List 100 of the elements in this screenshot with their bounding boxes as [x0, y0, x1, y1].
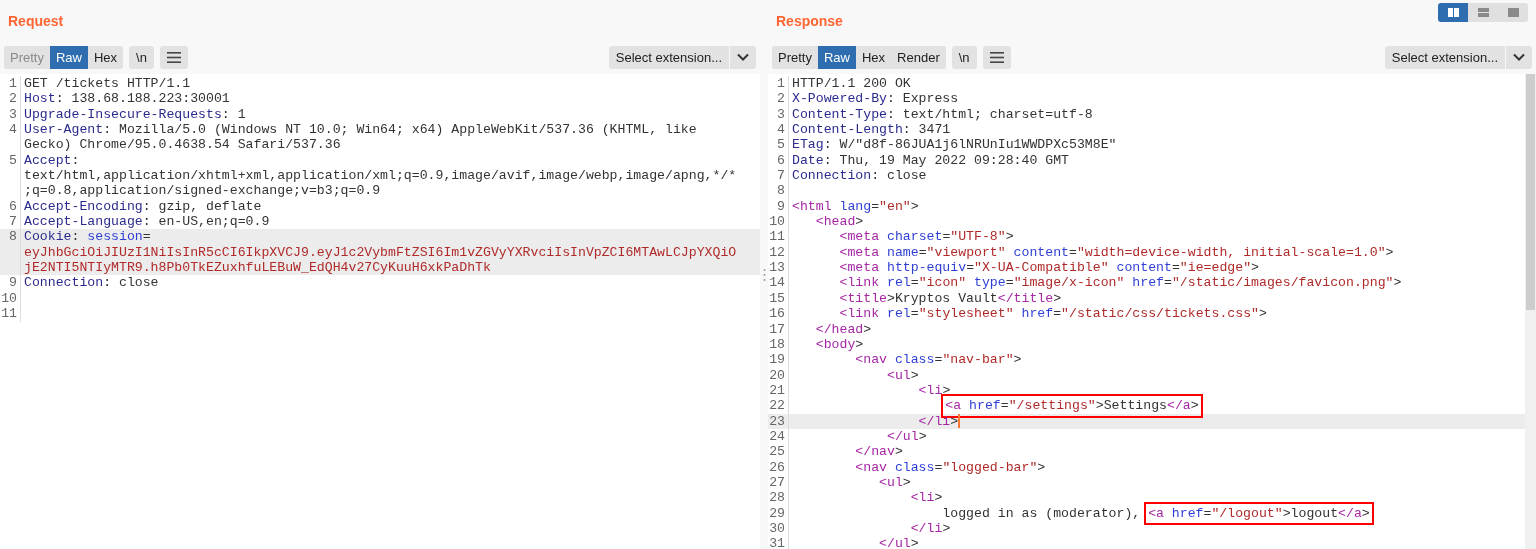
- line-number: 3: [768, 106, 789, 123]
- line-number: 30: [768, 520, 789, 537]
- code-text: jE2NTI5NTIyMTR9.h8Pb0TkEZuxhfuLEBuW_EdQH4v27CyKuuH6xkPaDhTk: [23, 260, 491, 276]
- code-text: <li>: [917, 382, 951, 399]
- view-tab[interactable]: Raw: [49, 45, 88, 69]
- code-text: <title>Kryptos Vault</title>: [838, 290, 1062, 307]
- menu-button[interactable]: [159, 45, 188, 69]
- pane-title: Response: [776, 13, 843, 29]
- line-number: 2: [768, 91, 789, 107]
- line-number: 18: [768, 336, 789, 353]
- code-text: <body>: [814, 336, 864, 353]
- line-number: 3: [0, 106, 21, 123]
- code-text: <head>: [814, 214, 864, 230]
- scrollbar[interactable]: [1525, 74, 1536, 549]
- line-number: 7: [768, 168, 789, 184]
- code-text: <link rel="icon" type="image/x-icon" href="/static/images/favicon.png">: [838, 275, 1402, 291]
- code-text: User-Agent: Mozilla/5.0 (Windows NT 10.0; Win64; x64) AppleWebKit/537.36 (KHTML, like: [23, 122, 697, 138]
- code-text: GET /tickets HTTP/1.1: [23, 76, 191, 92]
- code-text: <li>: [909, 490, 943, 506]
- line-number: 1: [0, 76, 21, 92]
- menu-button[interactable]: [982, 45, 1011, 69]
- line-number: 6: [0, 198, 21, 215]
- code-text: <link rel="stylesheet" href="/static/css/tickets.css">: [838, 306, 1267, 322]
- line-number: 12: [768, 244, 789, 261]
- line-number: 29: [768, 505, 789, 521]
- line-number: 6: [768, 152, 789, 169]
- code-text: <meta name="viewport" content="width=device-width, initial-scale=1.0">: [838, 244, 1394, 261]
- code-text: Upgrade-Insecure-Requests: 1: [23, 106, 246, 123]
- code-text: Content-Length: 3471: [791, 122, 951, 138]
- line-number: 5: [768, 137, 789, 153]
- line-number: 11: [768, 229, 789, 245]
- line-number: 5: [0, 152, 21, 169]
- code-text: <ul>: [885, 367, 919, 383]
- line-number: 8: [768, 183, 789, 199]
- code-text: </li>: [917, 413, 959, 429]
- stacked-layout-icon: [1477, 8, 1489, 17]
- extension-dropdown[interactable]: Select extension...: [608, 45, 756, 69]
- code-text: ;q=0.8,application/signed-exchange;v=b3;q=0.9: [23, 183, 381, 199]
- code-text: Content-Type: text/html; charset=utf-8: [791, 106, 1093, 123]
- menu-icon: [166, 51, 181, 63]
- line-number: 19: [768, 352, 789, 368]
- line-number: 4: [768, 122, 789, 138]
- menu-icon: [989, 51, 1004, 63]
- code-text: Accept-Language: en-US,en;q=0.9: [23, 214, 270, 230]
- line-number: 28: [768, 490, 789, 506]
- line-number: 20: [768, 367, 789, 383]
- line-number: 17: [768, 321, 789, 337]
- line-number: 31: [768, 536, 789, 549]
- line-number: 23: [768, 413, 789, 429]
- code-text: <nav class="nav-bar">: [854, 352, 1022, 368]
- code-text: Date: Thu, 19 May 2022 09:28:40 GMT: [791, 152, 1069, 169]
- line-number: 24: [768, 428, 789, 445]
- code-text: Accept-Encoding: gzip, deflate: [23, 198, 262, 215]
- code-text: Host: 138.68.188.223:30001: [23, 91, 230, 107]
- code-text: Gecko) Chrome/95.0.4638.54 Safari/537.36: [23, 137, 341, 153]
- line-number: 27: [768, 474, 789, 491]
- code-text: </ul>: [885, 428, 927, 445]
- code-text: <html lang="en">: [791, 198, 919, 215]
- line-number: 13: [768, 260, 789, 276]
- line-number: 26: [768, 459, 789, 475]
- code-text: <ul>: [878, 474, 911, 491]
- line-number: 25: [768, 444, 789, 460]
- code-text: <meta http-equiv="X-UA-Compatible" content="ie=edge">: [838, 260, 1259, 276]
- code-text: text/html,application/xhtml+xml,application/xml;q=0.9,image/avif,image/webp,image/apng,*/*: [23, 168, 737, 184]
- code-text: <meta charset="UTF-8">: [838, 229, 1014, 245]
- layout-button[interactable]: [1468, 3, 1498, 22]
- line-number: 15: [768, 290, 789, 307]
- line-number: 9: [0, 275, 21, 291]
- single-panel-icon: [1507, 8, 1519, 17]
- line-number: 11: [0, 306, 21, 322]
- resize-grip-icon: [762, 267, 766, 282]
- code-text: logged in as (moderator),: [941, 505, 1141, 521]
- code-text: </ul>: [878, 536, 919, 549]
- view-tab[interactable]: Raw: [817, 45, 856, 69]
- code-text: <nav class="logged-bar">: [854, 459, 1046, 475]
- layout-button[interactable]: [1438, 3, 1468, 22]
- line-number: 14: [768, 275, 789, 291]
- line-number: 16: [768, 306, 789, 322]
- newline-toggle[interactable]: \n: [129, 45, 154, 69]
- layout-button[interactable]: [1498, 3, 1528, 22]
- line-number: 9: [768, 198, 789, 215]
- line-number: 10: [768, 214, 789, 230]
- newline-toggle[interactable]: \n: [951, 45, 977, 69]
- code-text: ETag: W/"d8f-86JUA1j6lNRUnIu1WWDPXc53M8E": [791, 137, 1117, 153]
- code-text: Accept:: [23, 152, 80, 169]
- code-text: Connection: close: [23, 275, 159, 291]
- code-text: </nav>: [854, 444, 903, 460]
- line-number: 2: [0, 91, 21, 107]
- chevron-down-icon: [737, 53, 749, 61]
- code-text: HTTP/1.1 200 OK: [791, 76, 911, 92]
- line-number: 8: [0, 229, 21, 245]
- line-number: 21: [768, 382, 789, 399]
- line-number: 1: [768, 76, 789, 92]
- chevron-down-icon: [1513, 53, 1525, 61]
- line-number: 22: [768, 398, 789, 414]
- line-number: 4: [0, 122, 21, 138]
- side-by-side-layout-icon: [1447, 8, 1459, 17]
- pane-title: Request: [8, 13, 64, 29]
- extension-dropdown[interactable]: Select extension...: [1384, 45, 1532, 69]
- code-text: Cookie: session=: [23, 229, 151, 245]
